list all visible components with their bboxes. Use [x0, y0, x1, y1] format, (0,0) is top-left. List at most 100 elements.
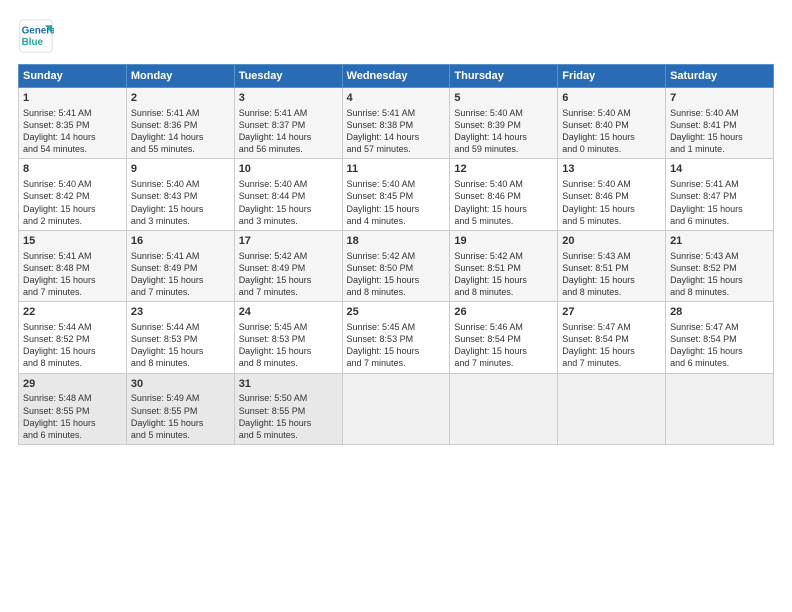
- cell-content: Sunrise: 5:41 AM Sunset: 8:37 PM Dayligh…: [239, 107, 338, 156]
- day-number: 7: [670, 91, 769, 106]
- cell-content: Sunrise: 5:43 AM Sunset: 8:51 PM Dayligh…: [562, 250, 661, 299]
- calendar-cell: [450, 373, 558, 444]
- cell-content: Sunrise: 5:40 AM Sunset: 8:46 PM Dayligh…: [562, 178, 661, 227]
- calendar-week-row: 29Sunrise: 5:48 AM Sunset: 8:55 PM Dayli…: [19, 373, 774, 444]
- logo-icon: General Blue: [18, 18, 54, 54]
- calendar-cell: 27Sunrise: 5:47 AM Sunset: 8:54 PM Dayli…: [558, 302, 666, 373]
- cell-content: Sunrise: 5:40 AM Sunset: 8:46 PM Dayligh…: [454, 178, 553, 227]
- calendar-week-row: 8Sunrise: 5:40 AM Sunset: 8:42 PM Daylig…: [19, 159, 774, 230]
- header-row: General Blue: [18, 18, 774, 54]
- calendar-table: SundayMondayTuesdayWednesdayThursdayFrid…: [18, 64, 774, 445]
- day-number: 24: [239, 305, 338, 320]
- day-number: 29: [23, 377, 122, 392]
- calendar-week-row: 1Sunrise: 5:41 AM Sunset: 8:35 PM Daylig…: [19, 88, 774, 159]
- calendar-cell: 12Sunrise: 5:40 AM Sunset: 8:46 PM Dayli…: [450, 159, 558, 230]
- cell-content: Sunrise: 5:41 AM Sunset: 8:38 PM Dayligh…: [347, 107, 446, 156]
- col-header-friday: Friday: [558, 65, 666, 88]
- day-number: 18: [347, 234, 446, 249]
- day-number: 31: [239, 377, 338, 392]
- col-header-thursday: Thursday: [450, 65, 558, 88]
- cell-content: Sunrise: 5:41 AM Sunset: 8:48 PM Dayligh…: [23, 250, 122, 299]
- cell-content: Sunrise: 5:44 AM Sunset: 8:53 PM Dayligh…: [131, 321, 230, 370]
- day-number: 30: [131, 377, 230, 392]
- cell-content: Sunrise: 5:41 AM Sunset: 8:47 PM Dayligh…: [670, 178, 769, 227]
- day-number: 5: [454, 91, 553, 106]
- calendar-cell: 13Sunrise: 5:40 AM Sunset: 8:46 PM Dayli…: [558, 159, 666, 230]
- calendar-cell: 22Sunrise: 5:44 AM Sunset: 8:52 PM Dayli…: [19, 302, 127, 373]
- cell-content: Sunrise: 5:40 AM Sunset: 8:41 PM Dayligh…: [670, 107, 769, 156]
- calendar-cell: 15Sunrise: 5:41 AM Sunset: 8:48 PM Dayli…: [19, 230, 127, 301]
- day-number: 2: [131, 91, 230, 106]
- cell-content: Sunrise: 5:50 AM Sunset: 8:55 PM Dayligh…: [239, 392, 338, 441]
- day-number: 3: [239, 91, 338, 106]
- calendar-header-row: SundayMondayTuesdayWednesdayThursdayFrid…: [19, 65, 774, 88]
- calendar-cell: 3Sunrise: 5:41 AM Sunset: 8:37 PM Daylig…: [234, 88, 342, 159]
- day-number: 27: [562, 305, 661, 320]
- cell-content: Sunrise: 5:41 AM Sunset: 8:49 PM Dayligh…: [131, 250, 230, 299]
- day-number: 25: [347, 305, 446, 320]
- day-number: 28: [670, 305, 769, 320]
- cell-content: Sunrise: 5:40 AM Sunset: 8:45 PM Dayligh…: [347, 178, 446, 227]
- day-number: 10: [239, 162, 338, 177]
- calendar-cell: [666, 373, 774, 444]
- day-number: 26: [454, 305, 553, 320]
- calendar-week-row: 15Sunrise: 5:41 AM Sunset: 8:48 PM Dayli…: [19, 230, 774, 301]
- calendar-cell: 17Sunrise: 5:42 AM Sunset: 8:49 PM Dayli…: [234, 230, 342, 301]
- day-number: 4: [347, 91, 446, 106]
- calendar-cell: 23Sunrise: 5:44 AM Sunset: 8:53 PM Dayli…: [126, 302, 234, 373]
- calendar-cell: [342, 373, 450, 444]
- calendar-cell: 1Sunrise: 5:41 AM Sunset: 8:35 PM Daylig…: [19, 88, 127, 159]
- calendar-cell: 5Sunrise: 5:40 AM Sunset: 8:39 PM Daylig…: [450, 88, 558, 159]
- calendar-cell: 31Sunrise: 5:50 AM Sunset: 8:55 PM Dayli…: [234, 373, 342, 444]
- page-container: General Blue SundayMondayTuesdayWednesda…: [0, 0, 792, 455]
- col-header-monday: Monday: [126, 65, 234, 88]
- calendar-cell: 4Sunrise: 5:41 AM Sunset: 8:38 PM Daylig…: [342, 88, 450, 159]
- cell-content: Sunrise: 5:41 AM Sunset: 8:36 PM Dayligh…: [131, 107, 230, 156]
- calendar-cell: 25Sunrise: 5:45 AM Sunset: 8:53 PM Dayli…: [342, 302, 450, 373]
- calendar-cell: 14Sunrise: 5:41 AM Sunset: 8:47 PM Dayli…: [666, 159, 774, 230]
- cell-content: Sunrise: 5:46 AM Sunset: 8:54 PM Dayligh…: [454, 321, 553, 370]
- logo: General Blue: [18, 18, 58, 54]
- calendar-cell: 30Sunrise: 5:49 AM Sunset: 8:55 PM Dayli…: [126, 373, 234, 444]
- calendar-cell: 19Sunrise: 5:42 AM Sunset: 8:51 PM Dayli…: [450, 230, 558, 301]
- calendar-cell: 16Sunrise: 5:41 AM Sunset: 8:49 PM Dayli…: [126, 230, 234, 301]
- calendar-cell: 29Sunrise: 5:48 AM Sunset: 8:55 PM Dayli…: [19, 373, 127, 444]
- day-number: 20: [562, 234, 661, 249]
- day-number: 17: [239, 234, 338, 249]
- calendar-cell: 11Sunrise: 5:40 AM Sunset: 8:45 PM Dayli…: [342, 159, 450, 230]
- day-number: 11: [347, 162, 446, 177]
- cell-content: Sunrise: 5:45 AM Sunset: 8:53 PM Dayligh…: [347, 321, 446, 370]
- cell-content: Sunrise: 5:40 AM Sunset: 8:39 PM Dayligh…: [454, 107, 553, 156]
- day-number: 1: [23, 91, 122, 106]
- cell-content: Sunrise: 5:43 AM Sunset: 8:52 PM Dayligh…: [670, 250, 769, 299]
- cell-content: Sunrise: 5:41 AM Sunset: 8:35 PM Dayligh…: [23, 107, 122, 156]
- day-number: 6: [562, 91, 661, 106]
- calendar-cell: 7Sunrise: 5:40 AM Sunset: 8:41 PM Daylig…: [666, 88, 774, 159]
- day-number: 19: [454, 234, 553, 249]
- calendar-cell: 8Sunrise: 5:40 AM Sunset: 8:42 PM Daylig…: [19, 159, 127, 230]
- calendar-cell: 20Sunrise: 5:43 AM Sunset: 8:51 PM Dayli…: [558, 230, 666, 301]
- cell-content: Sunrise: 5:44 AM Sunset: 8:52 PM Dayligh…: [23, 321, 122, 370]
- day-number: 22: [23, 305, 122, 320]
- day-number: 13: [562, 162, 661, 177]
- cell-content: Sunrise: 5:42 AM Sunset: 8:51 PM Dayligh…: [454, 250, 553, 299]
- cell-content: Sunrise: 5:40 AM Sunset: 8:44 PM Dayligh…: [239, 178, 338, 227]
- calendar-cell: 21Sunrise: 5:43 AM Sunset: 8:52 PM Dayli…: [666, 230, 774, 301]
- day-number: 9: [131, 162, 230, 177]
- cell-content: Sunrise: 5:47 AM Sunset: 8:54 PM Dayligh…: [670, 321, 769, 370]
- cell-content: Sunrise: 5:47 AM Sunset: 8:54 PM Dayligh…: [562, 321, 661, 370]
- cell-content: Sunrise: 5:42 AM Sunset: 8:49 PM Dayligh…: [239, 250, 338, 299]
- calendar-week-row: 22Sunrise: 5:44 AM Sunset: 8:52 PM Dayli…: [19, 302, 774, 373]
- col-header-saturday: Saturday: [666, 65, 774, 88]
- calendar-cell: 28Sunrise: 5:47 AM Sunset: 8:54 PM Dayli…: [666, 302, 774, 373]
- day-number: 23: [131, 305, 230, 320]
- day-number: 8: [23, 162, 122, 177]
- day-number: 21: [670, 234, 769, 249]
- calendar-cell: 24Sunrise: 5:45 AM Sunset: 8:53 PM Dayli…: [234, 302, 342, 373]
- cell-content: Sunrise: 5:48 AM Sunset: 8:55 PM Dayligh…: [23, 392, 122, 441]
- cell-content: Sunrise: 5:45 AM Sunset: 8:53 PM Dayligh…: [239, 321, 338, 370]
- cell-content: Sunrise: 5:40 AM Sunset: 8:40 PM Dayligh…: [562, 107, 661, 156]
- calendar-cell: 2Sunrise: 5:41 AM Sunset: 8:36 PM Daylig…: [126, 88, 234, 159]
- calendar-cell: 26Sunrise: 5:46 AM Sunset: 8:54 PM Dayli…: [450, 302, 558, 373]
- calendar-cell: 9Sunrise: 5:40 AM Sunset: 8:43 PM Daylig…: [126, 159, 234, 230]
